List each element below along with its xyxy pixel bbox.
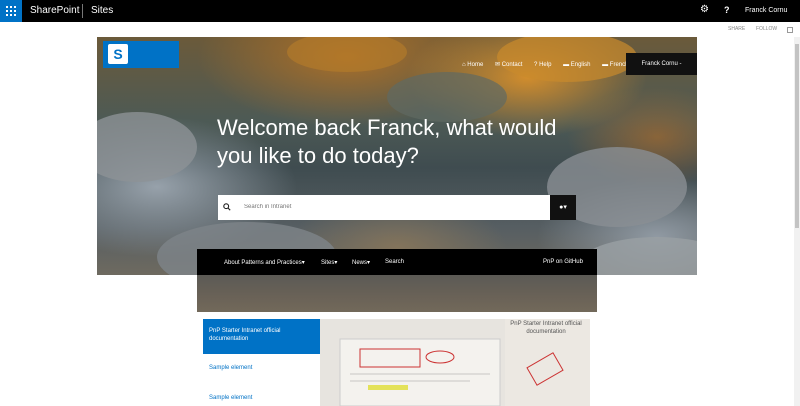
search-icon[interactable] (223, 203, 231, 211)
search-scope-dropdown[interactable]: ●▾ (550, 195, 576, 220)
tile-item-link[interactable]: Sample element (209, 395, 252, 401)
nav-item-search[interactable]: Search (385, 259, 404, 265)
english-link[interactable]: ▬ English (563, 62, 595, 68)
share-link[interactable]: SHARE (728, 26, 745, 32)
tile-item-link[interactable]: Sample element (209, 365, 252, 371)
top-links: ⌂ Home ✉ Contact ? Help ▬ English ▬ Fren… (462, 61, 638, 68)
sharepoint-brand-link[interactable]: SharePoint (30, 5, 79, 16)
suite-divider (82, 4, 83, 18)
english-label: English (570, 62, 591, 68)
tile-item-active[interactable]: PnP Starter Intranet official documentat… (203, 319, 320, 354)
home-link[interactable]: ⌂ Home (462, 62, 488, 68)
help-label: Help (539, 62, 552, 68)
focus-mode-icon[interactable] (787, 27, 793, 33)
nav-item-pnp-github[interactable]: PnP on GitHub (543, 259, 583, 265)
nav-item-about-patterns[interactable]: About Patterns and Practices▾ (224, 259, 305, 266)
home-label: Home (467, 62, 484, 68)
main-nav-bar: About Patterns and Practices▾ Sites▾ New… (197, 249, 597, 275)
hero-lower-image (197, 275, 597, 312)
follow-link[interactable]: FOLLOW (756, 26, 777, 32)
action-bar: SHARE FOLLOW (0, 22, 800, 37)
gear-icon[interactable]: ⚙ (700, 4, 709, 15)
hero-welcome-title: Welcome back Franck, what would you like… (217, 115, 557, 168)
search-input[interactable] (244, 201, 534, 213)
contact-link[interactable]: ✉ Contact (495, 62, 527, 68)
sites-link[interactable]: Sites (91, 5, 113, 16)
user-name-link[interactable]: Franck Cornu (745, 7, 787, 14)
waffle-icon (6, 6, 16, 16)
app-launcher-button[interactable] (0, 0, 22, 22)
suite-bar: SharePoint Sites ⚙ ? Franck Cornu (0, 0, 800, 22)
nav-item-news[interactable]: News▾ (352, 259, 370, 266)
contact-label: Contact (501, 62, 523, 68)
scrollbar-thumb[interactable] (795, 44, 799, 228)
tile-caption: PnP Starter Intranet official documentat… (510, 321, 582, 335)
help-link[interactable]: ? Help (534, 62, 556, 68)
user-menu-button[interactable]: Franck Cornu - (626, 53, 697, 75)
nav-item-sites[interactable]: Sites▾ (321, 259, 337, 266)
help-icon[interactable]: ? (724, 5, 730, 15)
sharepoint-logo-icon: S (108, 44, 128, 64)
